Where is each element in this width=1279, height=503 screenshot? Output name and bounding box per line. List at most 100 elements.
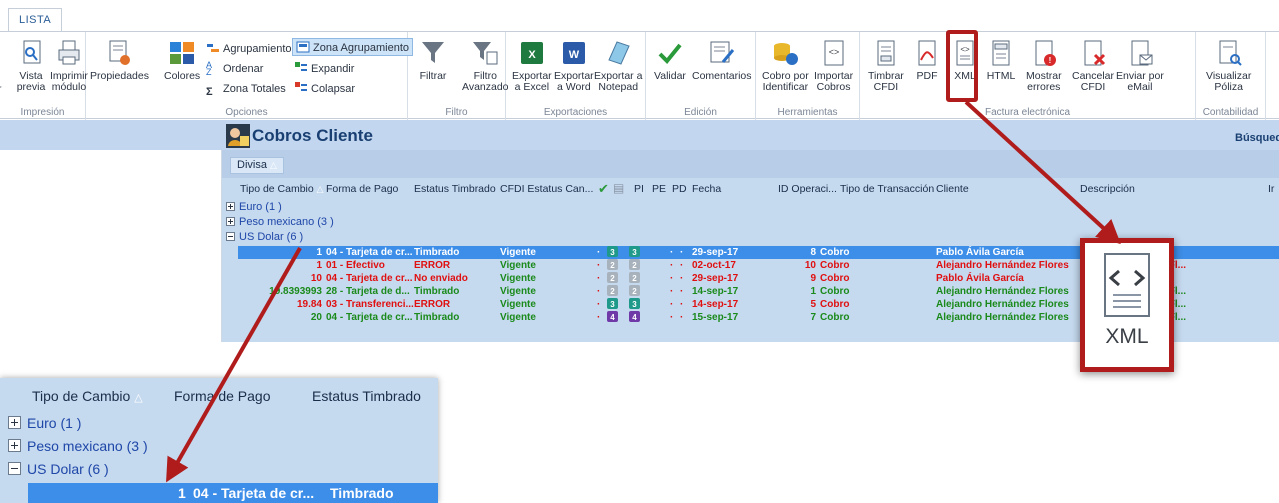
col-tipo-transaccion[interactable]: Tipo de Transacción [840,183,934,195]
cell-cliente: Alejandro Hernández Flores [936,312,1069,323]
cell-dash: · [597,312,601,323]
xml-zoom-label: XML [1105,325,1149,348]
collapse-icon [8,462,21,475]
zoom-row-forma-pago: 04 - Tarjeta de cr... [193,485,315,501]
col-pd[interactable]: PD [672,183,687,195]
cell-cfdi-estatus: Vigente [500,286,536,297]
expand-icon[interactable] [226,202,235,211]
status-count-badge: 2 [607,285,618,296]
cell-estatus-timbrado: Timbrado [414,247,460,258]
propiedades-button[interactable]: Propiedades [90,38,149,82]
cell-fecha: 14-sep-17 [692,299,739,310]
colors-icon [170,42,195,64]
html-button[interactable]: HTML [986,38,1016,82]
grid-header: Cobros Cliente Búsqueda F [222,120,1279,150]
cell-tipo-transaccion: Cobro [820,286,850,297]
col-pi[interactable]: PI [634,183,644,195]
filtro-avanzado-button[interactable]: Filtro Avanzado [462,38,509,93]
filtro-avanzado-label: Filtro Avanzado [462,70,509,93]
cell-id-operacion: 8 [810,247,816,258]
cell-dash: · [680,312,684,323]
enviar-email-button[interactable]: Enviar por eMail [1116,38,1164,93]
status-count-badge: 2 [629,272,640,283]
zoom-row-tipo-cambio: 1 [178,485,186,501]
import-xml-icon: <> [824,40,844,66]
cell-fecha: 02-oct-17 [692,260,736,271]
col-tipo-cambio[interactable]: Tipo de Cambio △ [240,183,324,195]
mostrar-errores-button[interactable]: ! Mostrar errores [1026,38,1062,93]
tab-lista[interactable]: LISTA [8,8,63,32]
col-pe[interactable]: PE [652,183,666,195]
expand-icon[interactable] [226,217,235,226]
cell-dash: · [680,247,684,258]
exportar-notepad-label: Exportar a Notepad [594,70,643,93]
visualizar-poliza-button[interactable]: Visualizar Póliza [1206,38,1251,93]
exportar-word-button[interactable]: W Exportar a Word [554,38,594,93]
group-row-euro[interactable]: Euro (1 ) [226,201,282,214]
cancelar-cfdi-button[interactable]: Cancelar CFDI [1072,38,1114,93]
status-count-badge: 3 [629,298,640,309]
col-descripcion[interactable]: Descripción [1080,183,1135,195]
cell-estatus-timbrado: ERROR [414,260,451,271]
exportar-excel-button[interactable]: X Exportar a Excel [512,38,552,93]
col-estatus-timbrado[interactable]: Estatus Timbrado [414,183,496,195]
col-forma-pago[interactable]: Forma de Pago [326,183,398,195]
filtrar-button[interactable]: Filtrar [418,38,448,82]
vista-previa-button[interactable]: Vista previa [16,38,46,93]
ordenar-button[interactable]: A Z Ordenar [206,60,263,78]
cell-cfdi-estatus: Vigente [500,260,536,271]
group-row-peso[interactable]: Peso mexicano (3 ) [226,216,334,229]
exportar-word-label: Exportar a Word [554,70,594,93]
zoom-group-euro: Euro (1 ) [8,415,81,431]
cell-cfdi-estatus: Vigente [500,247,536,258]
col-cfdi-estatus[interactable]: CFDI Estatus Can... [500,183,593,195]
cell-cfdi-estatus: Vigente [500,299,536,310]
colapsar-button[interactable]: Colapsar [294,80,355,98]
zona-agrupamiento-button[interactable]: Zona Agrupamiento [292,38,414,56]
status-count-badge: 4 [629,311,640,322]
comentarios-button[interactable]: Comentarios [692,38,752,82]
enviar-email-label: Enviar por eMail [1116,70,1164,93]
exportar-notepad-button[interactable]: Exportar a Notepad [594,38,642,93]
cell-forma-pago: 03 - Transferenci... [326,299,414,310]
col-document-icon[interactable]: ▤ [613,181,624,195]
group-by-zone[interactable]: Divisa △ [222,150,1279,178]
search-label[interactable]: Búsqueda F [1235,132,1279,144]
zoom-col-estatus: Estatus Timbrado [312,388,421,404]
comentarios-label: Comentarios [692,70,752,82]
timbrar-cfdi-label: Timbrar CFDI [868,70,904,93]
column-headers: Tipo de Cambio △ Forma de Pago Estatus T… [222,178,1279,200]
col-cliente[interactable]: Cliente [936,183,969,195]
importar-cobros-button[interactable]: <> Importar Cobros [814,38,853,93]
zoom-group-usd: US Dolar (6 ) [8,461,109,477]
cell-fecha: 29-sep-17 [692,247,739,258]
excel-icon: X [520,42,543,64]
expandir-button[interactable]: Expandir [294,60,354,78]
cobro-identificar-button[interactable]: Cobro por Identificar [762,38,809,93]
imprimir-modulo-button[interactable]: Imprimir módulo [50,38,88,93]
cell-dash: · [680,299,684,310]
col-validated-icon[interactable]: ✔ [598,181,609,197]
zoom-group-peso: Peso mexicano (3 ) [8,438,148,454]
cell-forma-pago: 04 - Tarjeta de cr... [326,312,413,323]
col-id-operacion[interactable]: ID Operaci... [778,183,837,195]
group-row-usd[interactable]: US Dolar (6 ) [226,231,303,244]
cell-cliente: Pablo Ávila García [936,273,1024,284]
col-extra[interactable]: Ir [1268,183,1274,195]
propiedades-label: Propiedades [90,70,149,82]
filter-icon [422,42,444,63]
cell-dash: · [670,312,674,323]
validar-button[interactable]: Validar [654,38,686,82]
status-count-badge: 2 [607,272,618,283]
zona-totales-button[interactable]: Σ Zona Totales [206,80,286,98]
group-chip-divisa[interactable]: Divisa △ [230,157,284,174]
col-fecha[interactable]: Fecha [692,183,721,195]
cell-dash: · [680,273,684,284]
colores-button[interactable]: Colores [164,38,200,82]
stamp-document-icon [877,40,895,66]
cell-estatus-timbrado: No enviado [414,273,468,284]
collapse-icon[interactable] [226,232,235,241]
timbrar-cfdi-button[interactable]: Timbrar CFDI [868,38,904,93]
pdf-button[interactable]: PDF [912,38,942,82]
agrupamiento-button[interactable]: Agrupamiento [206,40,292,58]
